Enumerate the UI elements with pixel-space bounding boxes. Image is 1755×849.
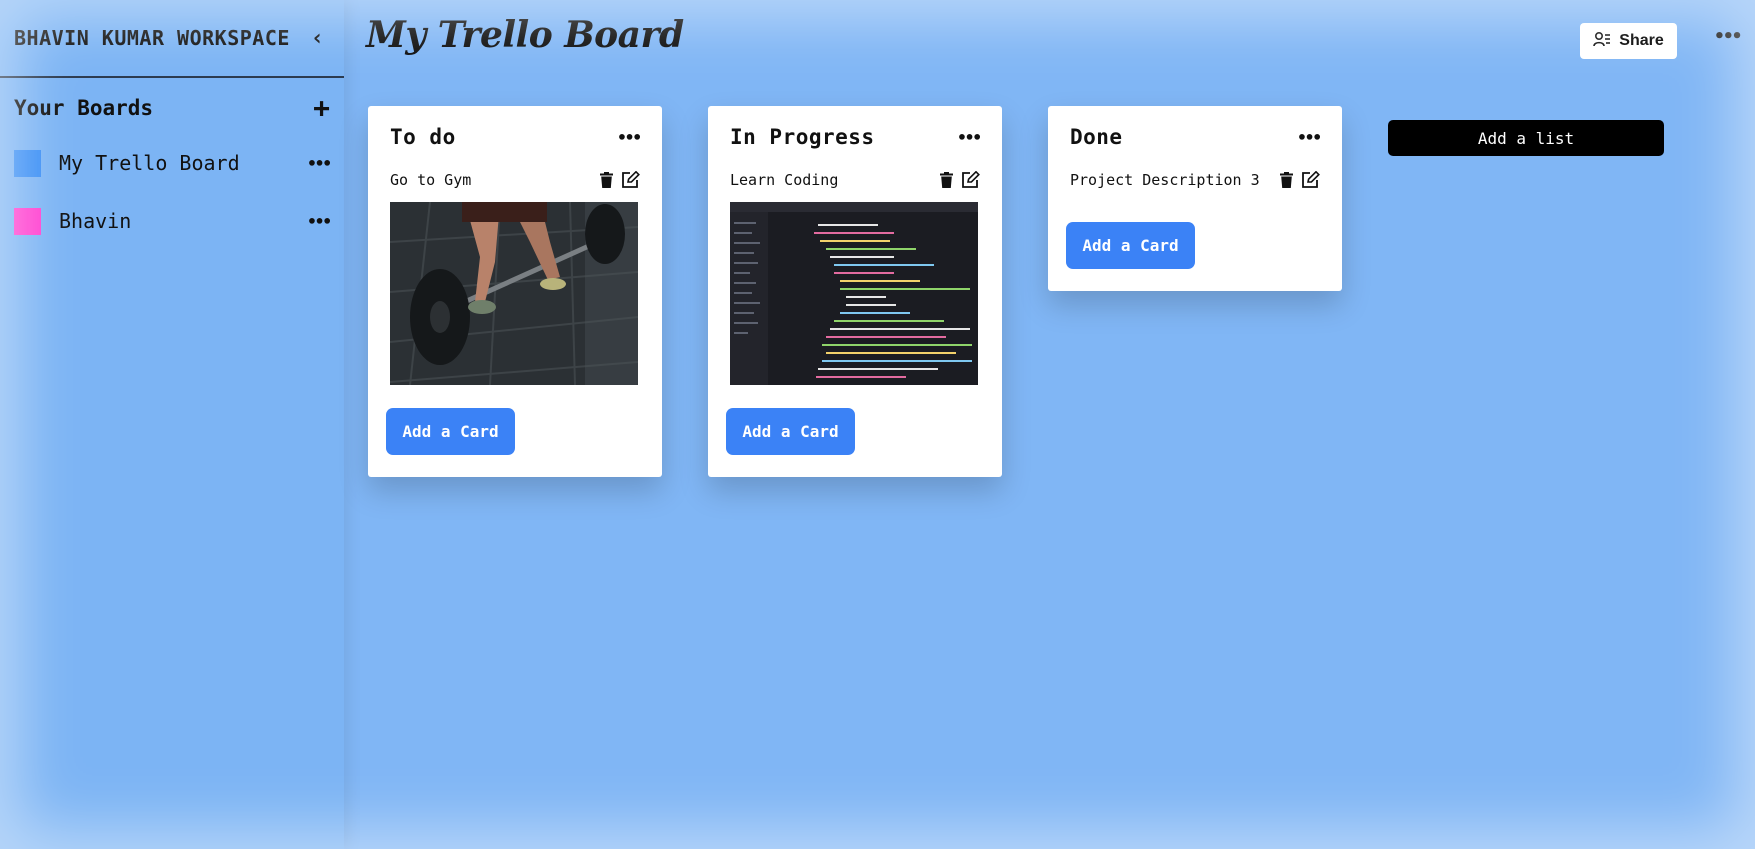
chevron-left-icon[interactable]: ‹ [305,22,330,55]
ellipsis-icon[interactable]: ••• [617,128,642,147]
ellipsis-icon[interactable]: ••• [957,128,982,147]
ellipsis-icon[interactable]: ••• [1297,128,1322,147]
card-image-code [730,202,978,385]
edit-icon[interactable] [1301,171,1320,189]
card-title: Go to Gym [390,171,472,189]
card[interactable]: Go to Gym [368,170,662,190]
sidebar-item-label: Bhavin [59,209,132,233]
card-image-barbell [390,202,638,385]
list-title: To do [390,125,456,149]
trash-icon[interactable] [940,172,953,188]
sidebar: BHAVIN KUMAR WORKSPACE ‹ Your Boards + M… [0,0,344,849]
board-color-swatch [14,207,41,235]
ellipsis-icon[interactable]: ••• [307,154,332,173]
list-header: To do ••• [368,106,662,150]
board-color-swatch [14,149,41,177]
card-actions [940,171,980,189]
add-card-button[interactable]: Add a Card [386,408,515,455]
sidebar-item-bhavin[interactable]: Bhavin ••• [0,192,344,250]
list-title: In Progress [730,125,875,149]
page-title: My Trello Board [366,14,684,56]
list-in-progress: In Progress ••• Learn Coding Add a Card [708,106,1002,477]
card[interactable]: Project Description 3 [1048,170,1342,190]
list-to-do: To do ••• Go to Gym Add a Card [368,106,662,477]
list-header: In Progress ••• [708,106,1002,150]
ellipsis-icon[interactable]: ••• [1714,26,1742,47]
card[interactable]: Learn Coding [708,170,1002,190]
plus-icon[interactable]: + [313,94,330,122]
edit-icon[interactable] [621,171,640,189]
user-share-icon [1593,31,1611,52]
trash-icon[interactable] [600,172,613,188]
card-actions [600,171,640,189]
sidebar-item-label: My Trello Board [59,151,240,175]
boards-header: Your Boards + [0,82,344,134]
add-card-button[interactable]: Add a Card [1066,222,1195,269]
card-title: Learn Coding [730,171,839,189]
edit-icon[interactable] [961,171,980,189]
share-label: Share [1619,32,1664,49]
workspace-title: BHAVIN KUMAR WORKSPACE [14,26,290,50]
ellipsis-icon[interactable]: ••• [307,212,332,231]
list-done: Done ••• Project Description 3 Add a Car… [1048,106,1342,291]
add-card-button[interactable]: Add a Card [726,408,855,455]
sidebar-item-my-trello-board[interactable]: My Trello Board ••• [0,134,344,192]
add-list-button[interactable]: Add a list [1388,120,1664,156]
boards-title: Your Boards [14,96,154,120]
card-actions [1280,171,1320,189]
list-header: Done ••• [1048,106,1342,150]
trash-icon[interactable] [1280,172,1293,188]
share-button[interactable]: Share [1580,23,1677,59]
card-title: Project Description 3 [1070,171,1260,189]
list-title: Done [1070,125,1123,149]
workspace-header: BHAVIN KUMAR WORKSPACE ‹ [0,0,344,78]
